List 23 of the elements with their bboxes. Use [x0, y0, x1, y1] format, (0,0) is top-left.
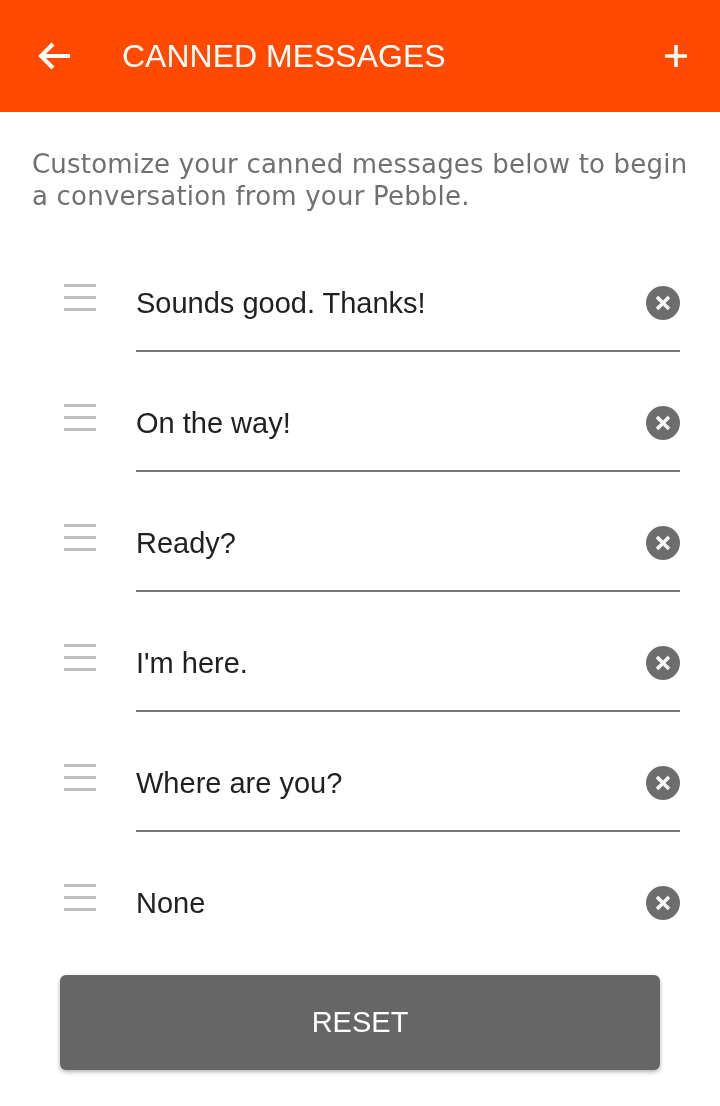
clear-icon[interactable]	[646, 646, 680, 680]
message-field[interactable]: On the way!	[136, 406, 646, 440]
back-icon[interactable]	[38, 41, 72, 71]
drag-handle-icon[interactable]	[64, 284, 96, 312]
clear-icon[interactable]	[646, 406, 680, 440]
drag-handle-icon[interactable]	[64, 884, 96, 912]
message-field[interactable]: None	[136, 886, 646, 920]
reset-button[interactable]: RESET	[60, 975, 660, 1070]
drag-handle-icon[interactable]	[64, 524, 96, 552]
description-text: Customize your canned messages below to begin a conversation from your Pebble.	[32, 148, 688, 212]
add-icon[interactable]	[664, 44, 688, 68]
clear-icon[interactable]	[646, 286, 680, 320]
message-field[interactable]: Ready?	[136, 526, 646, 560]
message-field[interactable]: Where are you?	[136, 766, 646, 800]
clear-icon[interactable]	[646, 766, 680, 800]
drag-handle-icon[interactable]	[64, 404, 96, 432]
drag-handle-icon[interactable]	[64, 764, 96, 792]
clear-icon[interactable]	[646, 526, 680, 560]
message-field[interactable]: Sounds good. Thanks!	[136, 286, 646, 320]
drag-handle-icon[interactable]	[64, 644, 96, 672]
clear-icon[interactable]	[646, 886, 680, 920]
message-field[interactable]: I'm here.	[136, 646, 646, 680]
screen-title: CANNED MESSAGES	[122, 37, 447, 75]
